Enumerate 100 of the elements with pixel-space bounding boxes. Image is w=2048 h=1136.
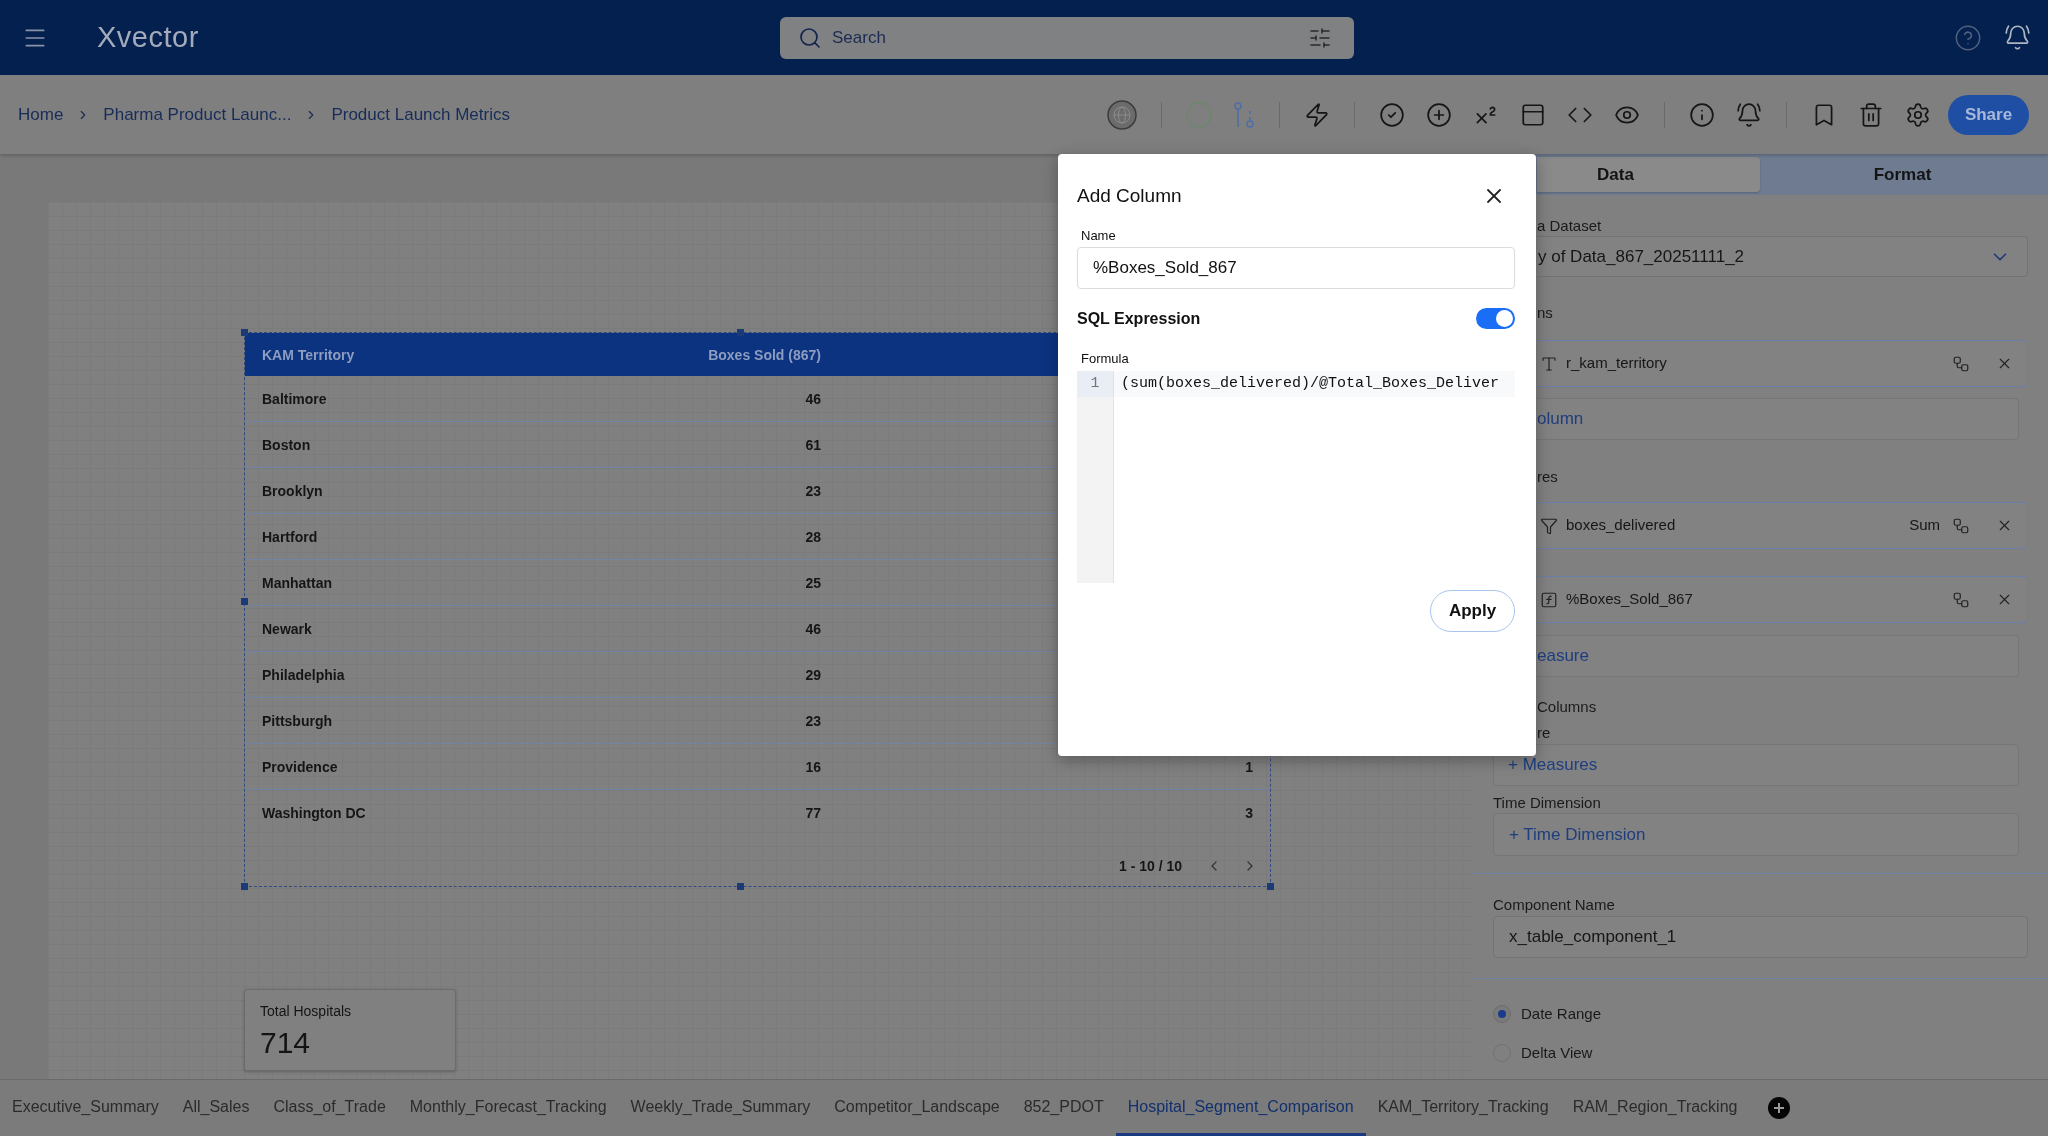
radio-option[interactable]: Date Range [1493, 1002, 1602, 1026]
check-circle-icon[interactable] [1379, 101, 1405, 128]
sheet-tab[interactable]: Competitor_Landscape [822, 1080, 1012, 1136]
breadcrumb-link[interactable]: Product Launch Metrics [331, 101, 510, 128]
globe-icon[interactable] [1107, 99, 1137, 130]
funnel-icon [1540, 516, 1558, 535]
text-type-icon [1540, 354, 1558, 373]
search-field[interactable]: Search [780, 16, 1354, 59]
table-cell: Baltimore [262, 390, 327, 407]
resize-handle-icon[interactable] [1267, 883, 1274, 890]
field-label: Component Name [1493, 895, 1616, 915]
kpi-card[interactable]: Total Hospitals 714 [244, 989, 456, 1071]
toggle-switch[interactable] [1476, 308, 1515, 329]
field-label: Name [1081, 228, 1116, 243]
table-cell: Washington DC [262, 805, 366, 821]
dataset-select[interactable]: y of Data_867_20251111_2 [1537, 236, 2028, 277]
table-cell: 46 [805, 620, 821, 637]
code-line: (sum(boxes_delivered)/@Total_Boxes_Deliver [1121, 373, 1500, 394]
field-card[interactable]: r_kam_territory [1537, 340, 2028, 387]
pagination-label: 1 - 10 / 10 [1118, 856, 1182, 876]
plus-circle-icon[interactable] [1426, 101, 1452, 128]
field-card[interactable]: %Boxes_Sold_867 [1537, 576, 2028, 623]
share-button[interactable]: Share [1948, 94, 2029, 135]
settings-icon[interactable] [1905, 101, 1931, 128]
field-name: boxes_delivered [1566, 515, 1676, 536]
field-label: a Dataset [1537, 216, 1603, 236]
sheet-tab[interactable]: Hospital_Segment_Comparison [1115, 1080, 1366, 1136]
field-label: Formula [1081, 351, 1129, 367]
panel-tab[interactable]: Format [1760, 157, 2045, 192]
breadcrumb-link[interactable]: Pharma Product Launc... [103, 101, 292, 128]
section-label: res [1537, 467, 1559, 487]
resize-handle-icon[interactable] [737, 883, 744, 890]
table-cell: Hartford [262, 528, 318, 545]
logo[interactable]: Xvector [97, 23, 199, 52]
field-card[interactable]: boxes_delivered Sum [1537, 502, 2028, 549]
column-header[interactable]: KAM Territory [262, 346, 355, 363]
table-cell: 29 [805, 666, 821, 683]
field-name: %Boxes_Sold_867 [1566, 589, 1693, 610]
resize-handle-icon[interactable] [737, 329, 744, 336]
section-label: Columns [1537, 697, 1598, 717]
field-label: Time Dimension [1493, 793, 1602, 813]
table-cell: 25 [805, 574, 821, 591]
add-column-button[interactable]: olumn [1537, 398, 2019, 440]
lightning-icon[interactable] [1304, 101, 1330, 128]
table-cell: 16 [805, 758, 821, 775]
link-icon[interactable] [1952, 354, 1970, 373]
sheet-tab[interactable]: All_Sales [170, 1080, 262, 1136]
sheet-tab[interactable]: RAM_Region_Tracking [1560, 1080, 1750, 1136]
sheet-tab[interactable]: KAM_Territory_Tracking [1365, 1080, 1561, 1136]
add-measures-button[interactable]: + Measures [1493, 744, 2019, 786]
table-cell: Brooklyn [262, 482, 323, 499]
layout-icon[interactable] [1520, 101, 1546, 128]
table-cell: 46 [805, 390, 821, 407]
table-cell: 23 [805, 482, 821, 499]
table-cell: 23 [805, 712, 821, 729]
sheet-tab[interactable]: Weekly_Trade_Summary [618, 1080, 823, 1136]
bell-icon[interactable] [1736, 101, 1762, 128]
table-cell: 3 [1245, 805, 1253, 821]
resize-handle-icon[interactable] [241, 329, 248, 336]
aggregation-label[interactable]: Sum [1909, 514, 1940, 537]
table-cell: 61 [805, 436, 821, 453]
kpi-value: 714 [260, 1026, 312, 1060]
trash-icon[interactable] [1858, 101, 1884, 128]
table-cell: Providence [262, 758, 338, 775]
sheet-tab[interactable]: Executive_Summary [0, 1080, 171, 1136]
bell-icon[interactable] [2004, 24, 2031, 51]
table-cell: 1 [1245, 758, 1253, 775]
resize-handle-icon[interactable] [241, 883, 248, 890]
dialog-title: Add Column [1077, 183, 1182, 208]
kpi-title: Total Hospitals [260, 1002, 353, 1020]
search-icon [798, 25, 822, 50]
function-icon [1540, 590, 1558, 609]
table-cell: Pittsburgh [262, 712, 332, 729]
info-icon[interactable] [1689, 101, 1715, 128]
apply-button[interactable]: Apply [1430, 590, 1515, 632]
radio-option[interactable]: Delta View [1493, 1041, 1593, 1065]
field-label: re [1537, 723, 1552, 743]
filter-sliders-icon[interactable] [1308, 25, 1332, 50]
add-measure-button[interactable]: easure [1537, 635, 2019, 677]
add-time-dimension-button[interactable]: + Time Dimension [1493, 813, 2019, 856]
sheet-tab[interactable]: 852_PDOT [1011, 1080, 1116, 1136]
breadcrumb-link[interactable]: Home [18, 101, 64, 128]
panel-tab[interactable]: Data [1537, 157, 1760, 192]
name-input[interactable]: %Boxes_Sold_867 [1077, 247, 1515, 289]
search-input[interactable]: Search [832, 22, 1308, 53]
resize-handle-icon[interactable] [241, 598, 248, 605]
column-header[interactable]: Boxes Sold (867) [708, 346, 821, 363]
table-cell: Manhattan [262, 574, 332, 591]
link-icon[interactable] [1952, 516, 1970, 535]
field-name: r_kam_territory [1566, 353, 1667, 374]
help-icon[interactable] [1954, 23, 1982, 52]
add-sheet-icon[interactable] [1768, 1097, 1791, 1119]
field-label: SQL Expression [1077, 308, 1201, 329]
sheet-tab[interactable]: Class_of_Trade [261, 1080, 398, 1136]
formula-editor[interactable]: 1 (sum(boxes_delivered)/@Total_Boxes_Deliver [1077, 371, 1515, 583]
component-name-input[interactable]: x_table_component_1 [1493, 916, 2028, 958]
table-cell: 28 [805, 528, 821, 545]
link-icon[interactable] [1952, 590, 1970, 609]
sheet-tab[interactable]: Monthly_Forecast_Tracking [397, 1080, 619, 1136]
table-cell: Boston [262, 436, 311, 453]
